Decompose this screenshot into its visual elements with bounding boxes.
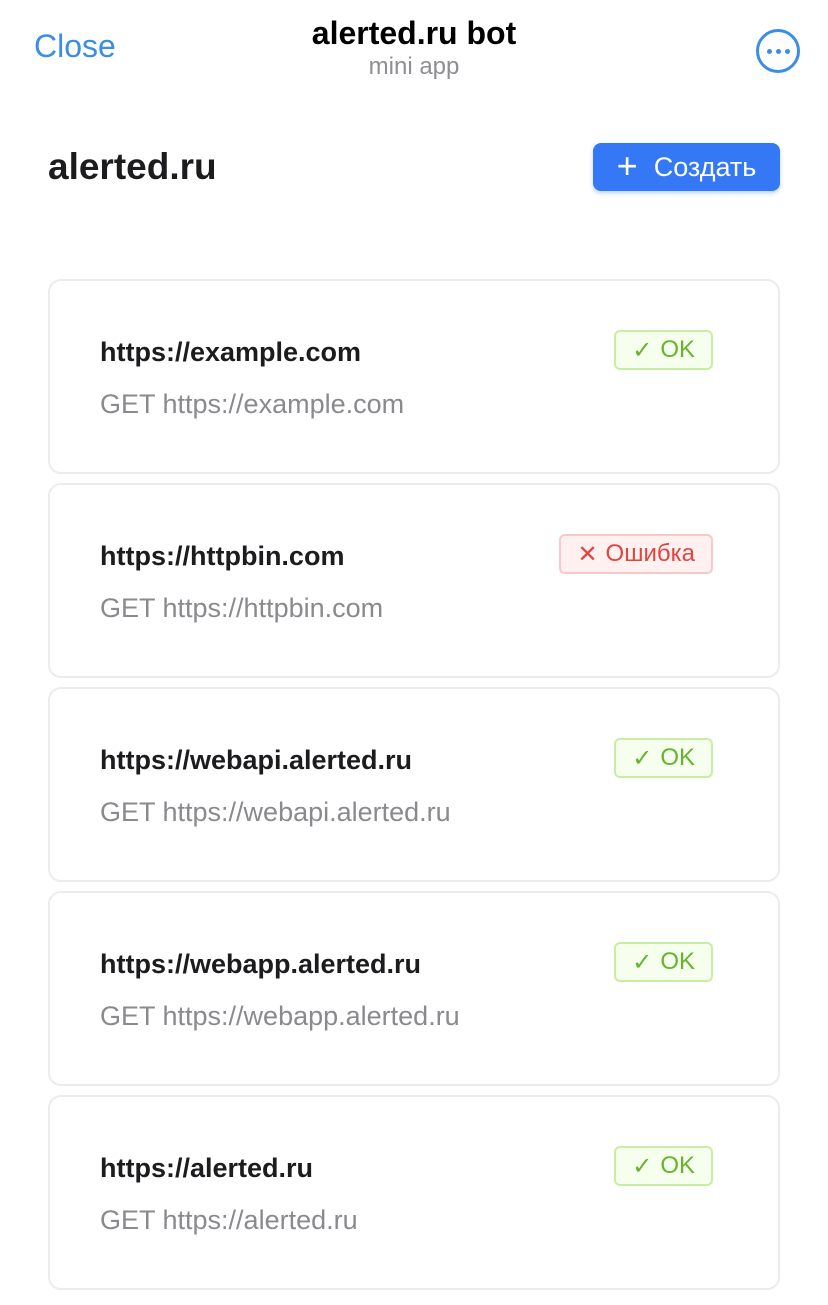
- status-label: OK: [660, 1152, 695, 1179]
- monitor-request: GET https://httpbin.com: [100, 593, 384, 623]
- monitor-title: https://alerted.ru: [100, 1153, 314, 1183]
- monitor-card[interactable]: https://webapi.alerted.ru GET https://we…: [48, 687, 780, 882]
- create-button-label: Создать: [653, 151, 757, 182]
- ellipsis-circle-icon[interactable]: [756, 29, 800, 73]
- monitor-title: https://httpbin.com: [100, 541, 345, 571]
- page-title: alerted.ru: [48, 146, 217, 187]
- status-badge: ✓ OK: [614, 1146, 713, 1186]
- bot-title: alerted.ru bot: [311, 15, 517, 51]
- check-icon: ✓: [632, 948, 653, 976]
- mini-app-header: Close alerted.ru bot mini app: [0, 0, 828, 100]
- monitor-request: GET https://example.com: [100, 389, 405, 419]
- monitor-request: GET https://alerted.ru: [100, 1205, 358, 1235]
- cross-icon: ✕: [577, 540, 598, 568]
- monitor-request: GET https://webapi.alerted.ru: [100, 797, 451, 827]
- dot-icon: [775, 48, 781, 54]
- dot-icon: [766, 48, 772, 54]
- monitor-card[interactable]: https://webapp.alerted.ru GET https://we…: [48, 891, 780, 1086]
- monitor-card[interactable]: https://example.com GET https://example.…: [48, 279, 780, 474]
- monitor-card[interactable]: https://httpbin.com GET https://httpbin.…: [48, 483, 780, 678]
- status-label: OK: [660, 336, 695, 363]
- monitor-title: https://webapp.alerted.ru: [100, 949, 422, 979]
- monitor-title: https://webapi.alerted.ru: [100, 745, 413, 775]
- monitor-list: https://example.com GET https://example.…: [48, 279, 780, 1299]
- status-label: OK: [660, 744, 695, 771]
- status-badge: ✓ OK: [614, 738, 713, 778]
- monitor-card[interactable]: https://alerted.ru GET https://alerted.r…: [48, 1095, 780, 1290]
- monitor-title: https://example.com: [100, 337, 362, 367]
- status-label: Ошибка: [605, 540, 695, 567]
- header-title-group: alerted.ru bot mini app: [0, 14, 828, 82]
- check-icon: ✓: [632, 1152, 653, 1180]
- bot-subtitle: mini app: [368, 53, 460, 80]
- monitor-request: GET https://webapp.alerted.ru: [100, 1001, 460, 1031]
- status-label: OK: [660, 948, 695, 975]
- check-icon: ✓: [632, 744, 653, 772]
- check-icon: ✓: [632, 336, 653, 364]
- status-badge: ✓ OK: [614, 330, 713, 370]
- status-badge: ✓ OK: [614, 942, 713, 982]
- dot-icon: [784, 48, 790, 54]
- plus-icon: +: [616, 144, 638, 186]
- status-badge: ✕ Ошибка: [559, 534, 713, 574]
- create-button[interactable]: + Создать: [593, 143, 780, 191]
